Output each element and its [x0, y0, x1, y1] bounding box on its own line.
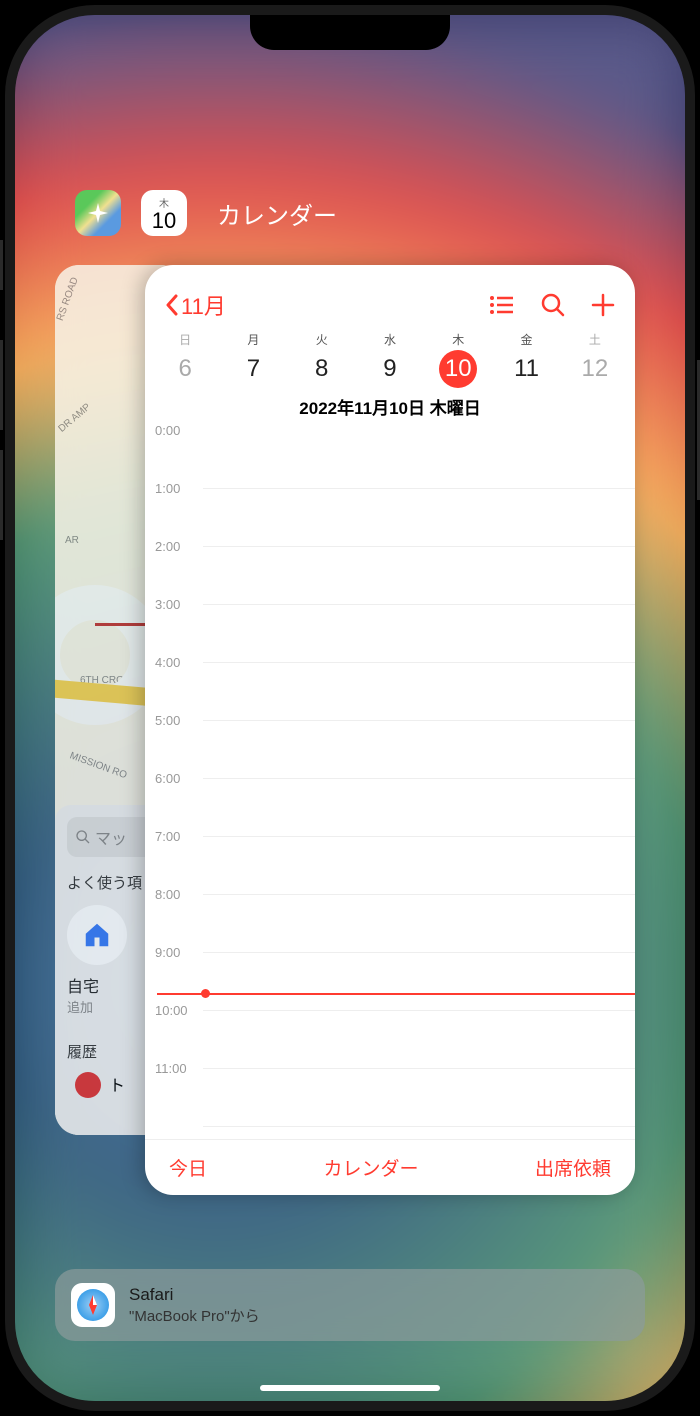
calendar-hour-row: 8:00 — [203, 895, 635, 953]
calendar-hour-row: 2:00 — [203, 547, 635, 605]
calendar-day-number: 6 — [166, 350, 204, 388]
calendar-back-button[interactable]: 11月 — [165, 289, 226, 321]
handoff-banner[interactable]: Safari "MacBook Pro"から — [55, 1269, 645, 1341]
calendar-hour-row: 1:00 — [203, 489, 635, 547]
calendar-day-column[interactable]: 日6 — [151, 331, 219, 388]
maps-app-icon[interactable] — [75, 190, 121, 236]
calendar-hour-label: 8:00 — [155, 887, 180, 902]
calendar-day-number: 7 — [234, 350, 272, 388]
calendar-hour-row: 0:00 — [203, 431, 635, 489]
calendar-hour-row: 11:00 — [203, 1069, 635, 1127]
search-button[interactable] — [541, 293, 565, 317]
calendar-day-column[interactable]: 土 12 — [561, 331, 629, 388]
calendar-back-label: 11月 — [181, 289, 226, 321]
calendar-hour-row: 7:00 — [203, 837, 635, 895]
calendar-date-title: 2022年11月10日 木曜日 — [145, 388, 635, 431]
calendar-hour-row: 3:00 — [203, 605, 635, 663]
calendar-hour-label: 2:00 — [155, 539, 180, 554]
calendar-weekday-label: 日 — [151, 331, 219, 348]
calendar-hour-label: 6:00 — [155, 771, 180, 786]
calendar-hour-row: 4:00 — [203, 663, 635, 721]
calendar-day-column[interactable]: 火8 — [288, 331, 356, 388]
today-button[interactable]: 今日 — [169, 1154, 207, 1181]
calendar-hour-label: 9:00 — [155, 945, 180, 960]
calendar-day-number: 8 — [303, 350, 341, 388]
calendar-hour-row: 6:00 — [203, 779, 635, 837]
search-icon — [75, 829, 91, 845]
maps-home-button[interactable] — [67, 905, 127, 965]
current-time-dot — [201, 989, 210, 998]
calendar-hour-label: 10:00 — [155, 1003, 188, 1018]
calendar-day-column[interactable]: 木 10 — [424, 331, 492, 388]
handoff-app-name: Safari — [129, 1285, 260, 1305]
safari-icon — [71, 1283, 115, 1327]
home-indicator[interactable] — [260, 1385, 440, 1391]
phone-frame: 木 10 カレンダー RS ROAD DR AMP AR 6TH CRO MIS… — [5, 5, 695, 1411]
calendar-day-number: 11 — [508, 350, 546, 388]
list-icon — [489, 295, 515, 315]
calendar-hour-label: 5:00 — [155, 713, 180, 728]
calendar-hour-row: 9:00 — [203, 953, 635, 1011]
calendar-weekday-label: 火 — [288, 331, 356, 348]
road-label: RS ROAD — [55, 276, 81, 323]
list-view-button[interactable] — [489, 295, 515, 315]
calendar-header: 11月 — [145, 265, 635, 331]
front-app-title: カレンダー — [217, 196, 337, 231]
calendar-icon-day: 10 — [152, 210, 176, 232]
calendar-day-number: 10 — [439, 350, 477, 388]
calendar-weekday-label: 土 — [561, 331, 629, 348]
road-label: AR — [65, 535, 79, 546]
notch — [250, 15, 450, 50]
screen: 木 10 カレンダー RS ROAD DR AMP AR 6TH CRO MIS… — [15, 15, 685, 1401]
calendar-app-icon[interactable]: 木 10 — [141, 190, 187, 236]
calendar-weekday-label: 水 — [356, 331, 424, 348]
home-icon — [82, 920, 112, 950]
maps-search-placeholder: マッ — [95, 825, 127, 849]
calendar-timeline[interactable]: 0:001:002:003:004:005:006:007:008:009:00… — [145, 431, 635, 1131]
calendar-hour-label: 3:00 — [155, 597, 180, 612]
calendar-hour-label: 11:00 — [155, 1061, 187, 1076]
maps-pin-label: ト — [109, 1072, 125, 1096]
calendar-hour-label: 4:00 — [155, 655, 180, 670]
current-time-line: 9:41 — [157, 993, 635, 995]
road-label: DR AMP — [56, 402, 92, 435]
calendar-hour-label: 7:00 — [155, 829, 180, 844]
calendar-toolbar: 今日 カレンダー 出席依頼 — [145, 1139, 635, 1195]
search-icon — [541, 293, 565, 317]
map-pin-icon — [75, 1072, 101, 1098]
calendar-week-row: 日6月7火8水9木10金11土12 — [145, 331, 635, 388]
calendar-hour-label: 1:00 — [155, 481, 180, 496]
handoff-source: "MacBook Pro"から — [129, 1305, 260, 1326]
calendar-app-card[interactable]: 11月 日6月7火8水9木10金11土12 2022年11月10日 木曜日 0:… — [145, 265, 635, 1195]
calendar-day-number: 12 — [576, 350, 614, 388]
calendar-day-column[interactable]: 金 11 — [492, 331, 560, 388]
chevron-left-icon — [165, 294, 179, 316]
calendar-day-number: 9 — [371, 350, 409, 388]
add-event-button[interactable] — [591, 293, 615, 317]
calendar-weekday-label: 月 — [219, 331, 287, 348]
plus-icon — [591, 293, 615, 317]
calendar-day-column[interactable]: 水9 — [356, 331, 424, 388]
calendar-weekday-label: 金 — [492, 331, 560, 348]
calendar-hour-row: 5:00 — [203, 721, 635, 779]
road-label: MISSION RO — [68, 750, 128, 781]
calendar-hour-row: 10:00 — [203, 1011, 635, 1069]
calendar-hour-label: 0:00 — [155, 423, 180, 438]
app-switcher-header: 木 10 カレンダー — [75, 190, 337, 236]
calendar-weekday-label: 木 — [424, 331, 492, 348]
handoff-text: Safari "MacBook Pro"から — [129, 1285, 260, 1326]
calendar-day-column[interactable]: 月7 — [219, 331, 287, 388]
calendars-button[interactable]: カレンダー — [323, 1154, 418, 1181]
inbox-button[interactable]: 出席依頼 — [535, 1154, 611, 1181]
